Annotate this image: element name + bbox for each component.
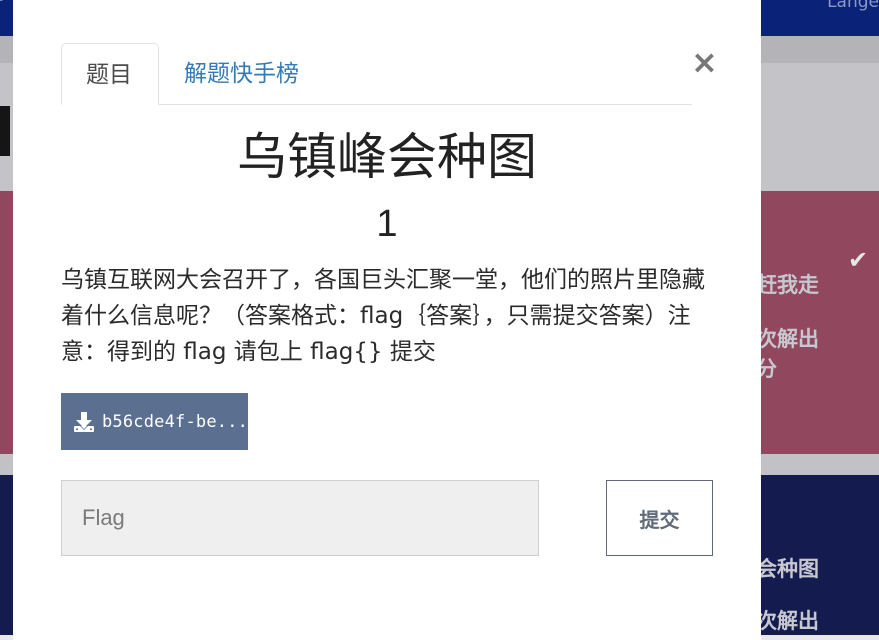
flag-input[interactable] bbox=[61, 480, 539, 556]
challenge-title: 乌镇峰会种图 bbox=[237, 128, 537, 186]
download-icon bbox=[74, 411, 94, 432]
check-icon: ✔ bbox=[848, 246, 869, 274]
challenge-description: 乌镇互联网大会召开了，各国巨头汇聚一堂，他们的照片里隐藏着什么信息呢？（答案格式… bbox=[61, 267, 705, 365]
download-file-button[interactable]: b56cde4f-be... bbox=[61, 393, 248, 450]
close-icon[interactable]: × bbox=[691, 44, 718, 80]
background-card-title: 赶我走 bbox=[756, 273, 819, 297]
tab-challenge[interactable]: 题目 bbox=[61, 43, 159, 105]
download-file-label: b56cde4f-be... bbox=[102, 411, 249, 432]
background-card-solves: 次解出 bbox=[756, 609, 819, 633]
background-nav-fragment: • bbox=[0, 0, 6, 10]
tab-solves-leaderboard[interactable]: 解题快手榜 bbox=[160, 43, 323, 104]
background-language-link: Lange bbox=[827, 0, 879, 12]
challenge-modal: 题目 解题快手榜 × 乌镇峰会种图 1 乌镇互联网大会召开了，各国巨头汇聚一堂，… bbox=[13, 0, 761, 640]
background-card-solves: 次解出 bbox=[756, 327, 819, 351]
background-card-title: 会种图 bbox=[756, 557, 819, 581]
challenge-points: 1 bbox=[376, 203, 398, 245]
submit-button[interactable]: 提交 bbox=[606, 480, 713, 556]
background-heading-fragment bbox=[0, 106, 10, 156]
modal-tabs: 题目 解题快手榜 bbox=[61, 43, 692, 105]
